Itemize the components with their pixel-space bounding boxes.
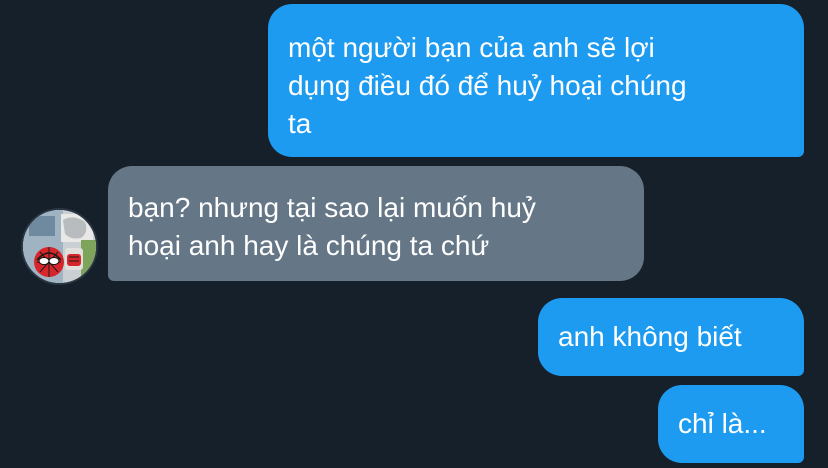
message-bubble-incoming[interactable]: bạn? nhưng tại sao lại muốn huỷ hoại anh… xyxy=(108,166,644,281)
message-bubble-outgoing[interactable]: chỉ là... xyxy=(658,385,804,463)
spiderman-comic-avatar-icon[interactable] xyxy=(23,210,96,283)
message-thread: một người bạn của anh sẽ lợi dụng điều đ… xyxy=(0,0,828,468)
message-bubble-outgoing[interactable]: anh không biết xyxy=(538,298,804,376)
message-bubble-outgoing[interactable]: một người bạn của anh sẽ lợi dụng điều đ… xyxy=(268,4,804,157)
avatar-image xyxy=(23,210,96,283)
